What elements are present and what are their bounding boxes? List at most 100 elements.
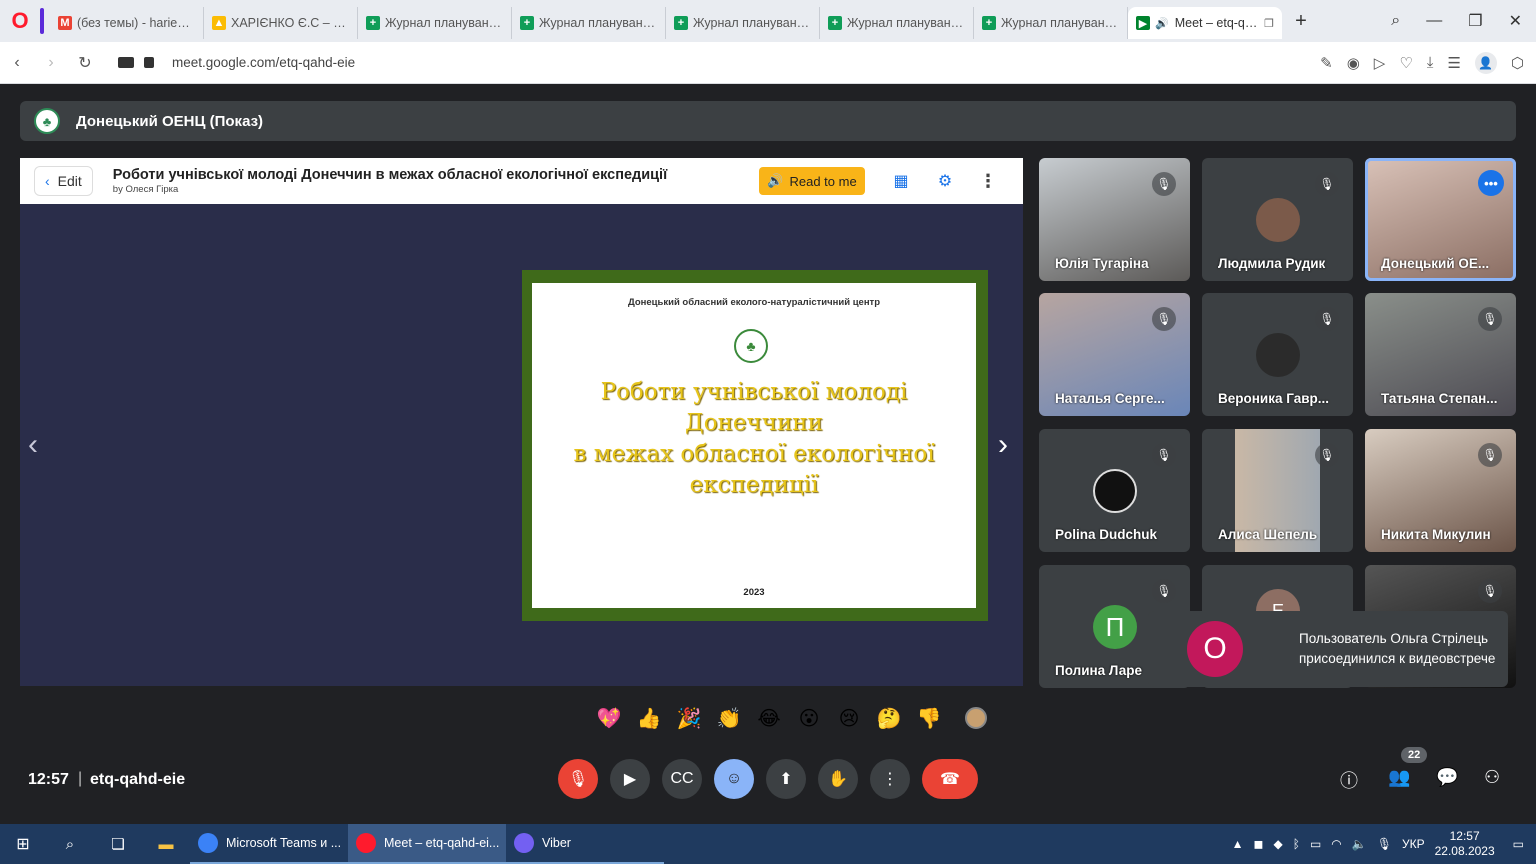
taskbar-app-teams[interactable]: Microsoft Teams и ... — [190, 824, 348, 864]
more-vert-icon[interactable]: ⋮ — [979, 171, 997, 192]
gmail-icon: M — [58, 16, 72, 30]
camera-button[interactable]: ▶ — [610, 759, 650, 799]
language-indicator[interactable]: УКР — [1402, 837, 1425, 851]
leave-call-button[interactable]: ☎ — [922, 759, 978, 799]
captions-button[interactable]: CC — [662, 759, 702, 799]
reaction-thinking-icon[interactable]: 🤔 — [875, 706, 903, 731]
maximize-icon[interactable]: ❐ — [1468, 11, 1482, 31]
battery-icon[interactable]: ▭ — [1310, 837, 1321, 851]
participant-tile[interactable]: 🎙 Юлія Тугаріна — [1039, 158, 1190, 281]
reaction-party-icon[interactable]: 🎉 — [675, 706, 703, 731]
next-slide-icon[interactable]: › — [998, 428, 1008, 462]
send-icon[interactable]: ▷ — [1374, 54, 1386, 72]
participant-tile[interactable]: 🎙 Алиса Шепель — [1202, 429, 1353, 552]
more-options-icon[interactable]: ••• — [1478, 170, 1504, 196]
participant-tile[interactable]: 🎙 Polina Dudchuk — [1039, 429, 1190, 552]
chat-icon[interactable]: 💬 — [1436, 767, 1458, 788]
avatar-initial: П — [1093, 605, 1137, 649]
reaction-heart-icon[interactable]: 💖 — [595, 706, 623, 731]
read-to-me-button[interactable]: 🔊 Read to me — [759, 167, 865, 195]
participant-tile[interactable]: 🎙 Татьяна Степан... — [1365, 293, 1516, 416]
new-tab-button[interactable]: + — [1288, 8, 1314, 34]
download-icon[interactable]: ⤓ — [1427, 54, 1434, 71]
slide-title: Роботи учнівської молоді Донеччини в меж… — [562, 377, 946, 501]
separator: | — [78, 770, 83, 787]
taskbar-app-meet[interactable]: Meet – etq-qahd-ei... — [348, 824, 506, 864]
emoji-button[interactable]: ☺ — [714, 759, 754, 799]
browser-tab[interactable]: + Журнал планування та — [974, 7, 1128, 39]
tray-app-icon[interactable]: ◼ — [1254, 837, 1264, 851]
account-icon[interactable]: 👤 — [1474, 51, 1497, 74]
settings-gear-icon[interactable]: ⚙ — [937, 173, 953, 190]
taskbar-app-viber[interactable]: Viber — [506, 824, 664, 864]
reaction-thumbs-down-icon[interactable]: 👎 — [915, 706, 943, 731]
avatar — [1093, 469, 1137, 513]
participant-tile[interactable]: 🎙 Людмила Рудик — [1202, 158, 1353, 281]
info-icon[interactable]: ⓘ — [1340, 767, 1358, 793]
reaction-laugh-icon[interactable]: 😂 — [755, 706, 783, 731]
participant-tile[interactable]: 🎙 Наталья Серге... — [1039, 293, 1190, 416]
mic-off-icon: 🎙 — [1478, 579, 1502, 603]
mic-off-icon: 🎙 — [1315, 443, 1339, 467]
browser-tab[interactable]: + Журнал планування та — [358, 7, 512, 39]
reaction-thumbs-up-icon[interactable]: 👍 — [635, 706, 663, 731]
participant-tile-speaking[interactable]: ••• Донецький ОЕ... — [1365, 158, 1516, 281]
browser-tab[interactable]: + Журнал планування та — [820, 7, 974, 39]
reaction-sad-icon[interactable]: 😢 — [835, 706, 863, 731]
heart-icon[interactable]: ♡ — [1399, 54, 1412, 72]
easy-setup-icon[interactable]: ☰ — [1447, 54, 1460, 72]
browser-tab[interactable]: ▲ ХАРІЄНКО Є.С – Googl — [204, 7, 358, 39]
tray-app-icon[interactable]: ▲ — [1232, 837, 1244, 851]
task-view-icon[interactable]: ❏ — [94, 835, 142, 853]
minimize-icon[interactable]: — — [1426, 12, 1442, 30]
read-label: Read to me — [789, 173, 857, 189]
windows-taskbar: ⊞ ⌕ ❏ ▬ Microsoft Teams и ... Meet – etq… — [0, 824, 1536, 864]
forward-icon[interactable]: › — [34, 54, 68, 72]
browser-tab[interactable]: + Журнал планування та — [666, 7, 820, 39]
reaction-clap-icon[interactable]: 👏 — [715, 706, 743, 731]
activities-icon[interactable]: ⚇ — [1484, 767, 1500, 788]
speaker-icon: 🔊 — [767, 173, 784, 188]
mic-off-icon: 🎙 — [1152, 443, 1176, 467]
mic-off-button[interactable]: 🎙 — [558, 759, 598, 799]
extensions-icon[interactable]: ⬡ — [1511, 54, 1524, 72]
raise-hand-button[interactable]: ✋ — [818, 759, 858, 799]
join-notification: О Пользователь Ольга Стрілець присоедини… — [1148, 611, 1508, 687]
participant-tile[interactable]: 🎙 Никита Микулин — [1365, 429, 1516, 552]
browser-tab[interactable]: + Журнал планування та — [512, 7, 666, 39]
edit-icon[interactable]: ✎ — [1320, 54, 1333, 72]
clock[interactable]: 12:57 22.08.2023 — [1435, 829, 1495, 859]
notifications-icon[interactable]: ▭ — [1513, 837, 1524, 851]
present-screen-button[interactable]: ⬆ — [766, 759, 806, 799]
skin-tone-selector[interactable] — [965, 707, 987, 729]
edit-button[interactable]: ‹ Edit — [34, 166, 93, 196]
search-tabs-icon[interactable]: ⌕ — [1391, 12, 1400, 30]
search-icon[interactable]: ⌕ — [46, 836, 94, 853]
reaction-surprised-icon[interactable]: 😮 — [795, 706, 823, 731]
prev-slide-icon[interactable]: ‹ — [28, 428, 38, 462]
url-field[interactable]: meet.google.com/etq-qahd-eie — [118, 55, 355, 70]
tab-snapshot-icon[interactable]: ❐ — [1264, 17, 1274, 30]
reload-icon[interactable]: ↻ — [68, 53, 102, 73]
mic-icon[interactable]: 🎙 — [1377, 837, 1392, 851]
opera-logo-icon[interactable]: O — [0, 0, 40, 42]
snapshot-icon[interactable]: ◉ — [1347, 54, 1360, 72]
file-explorer-icon[interactable]: ▬ — [142, 836, 190, 853]
tab-label: (без темы) - harienko2 — [77, 16, 195, 30]
participant-tile[interactable]: 🎙 Вероника Гавр... — [1202, 293, 1353, 416]
presentation-title: Роботи учнівської молоді Донеччин в межа… — [112, 167, 668, 183]
browser-tab[interactable]: M (без темы) - harienko2 — [50, 7, 204, 39]
people-icon[interactable]: 👥 — [1388, 767, 1410, 788]
browser-tab-active[interactable]: ▶ 🔊 Meet – etq-qahd-e ❐ — [1128, 7, 1282, 39]
grid-view-icon[interactable]: ▦ — [893, 173, 909, 190]
wifi-icon[interactable]: ◠ — [1331, 837, 1341, 851]
volume-icon[interactable]: 🔈 — [1352, 837, 1367, 851]
clock-time: 12:57 — [1449, 829, 1480, 843]
back-icon[interactable]: ‹ — [0, 54, 34, 72]
bluetooth-icon[interactable]: ᛒ — [1293, 837, 1300, 851]
close-icon[interactable]: ✕ — [1509, 11, 1522, 31]
more-options-button[interactable]: ⋮ — [870, 759, 910, 799]
tray-app-icon[interactable]: ◆ — [1274, 837, 1283, 851]
windows-start-icon[interactable]: ⊞ — [0, 834, 46, 854]
slide-title-line: Роботи учнівської молоді — [600, 379, 908, 405]
